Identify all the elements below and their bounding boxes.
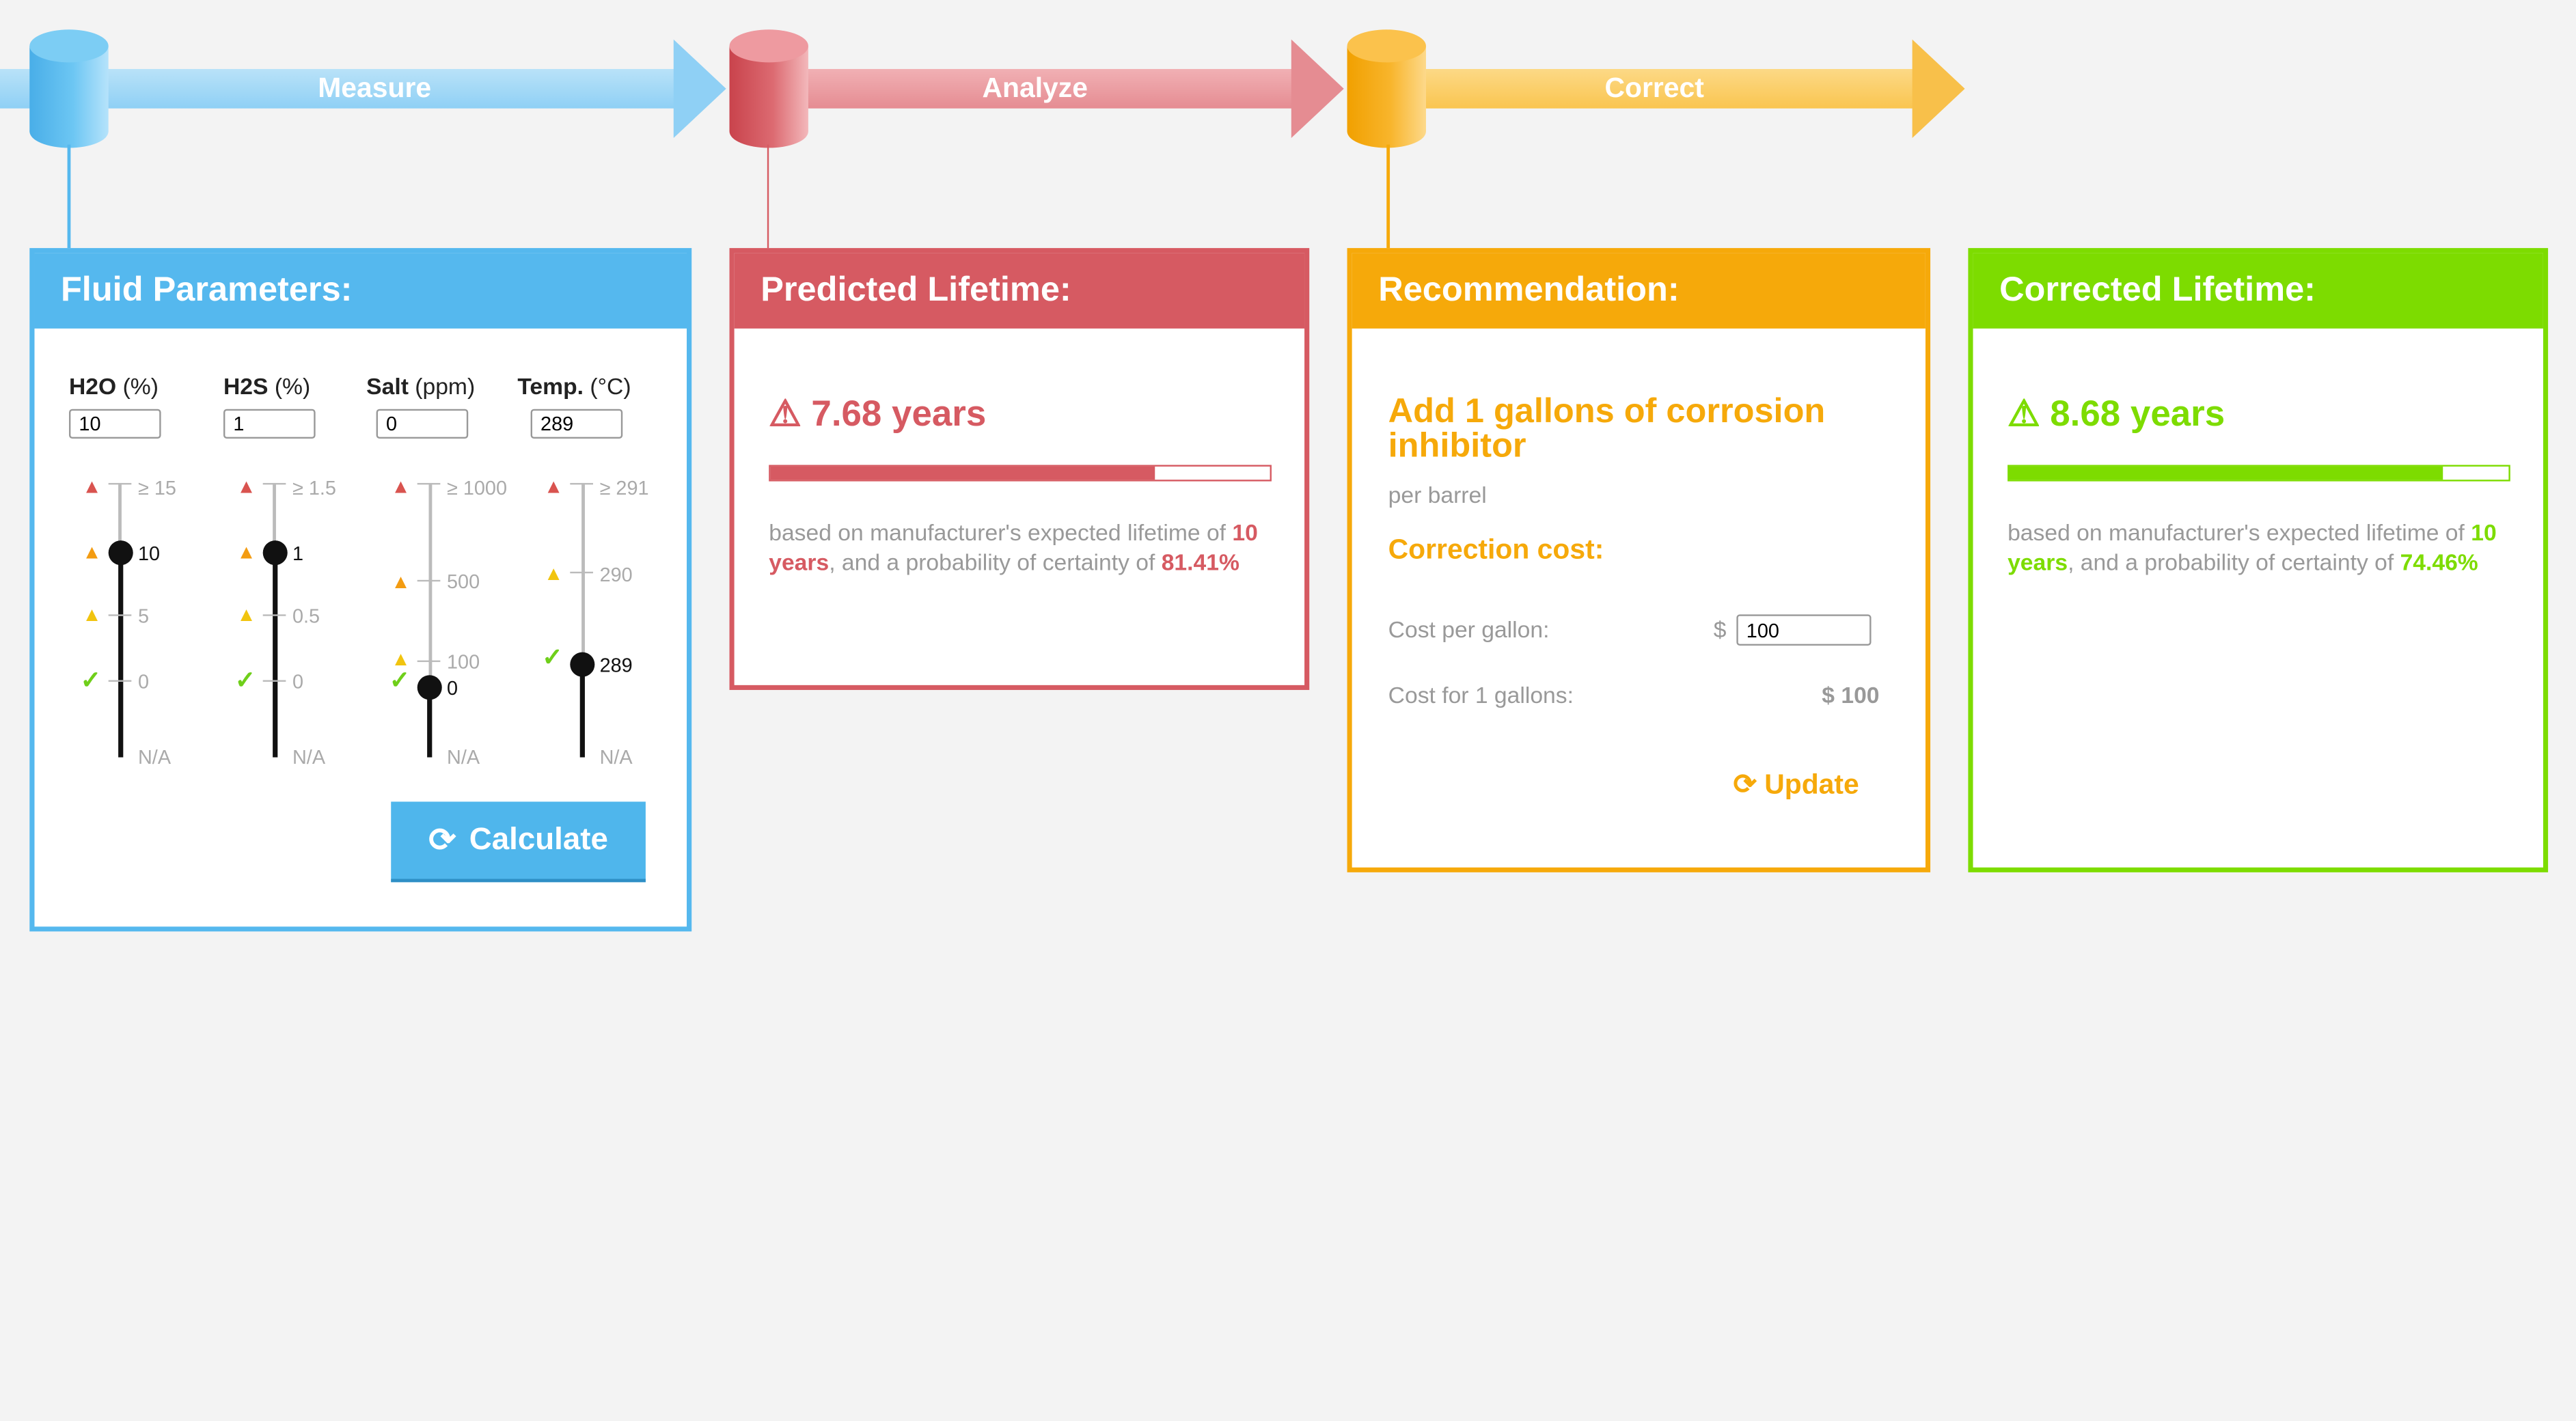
recommendation-subtext: per barrel [1388,481,1487,508]
tick-label: ≥ 1.5 [292,476,336,500]
predicted-progress-bar [769,465,1272,482]
certainty-value: 74.46% [2400,549,2478,575]
tick-label: 290 [599,563,633,587]
slider-value: 289 [599,654,633,677]
slider-value: 1 [292,542,304,566]
warning-icon: ⚠ [769,392,801,434]
na-label: N/A [137,745,172,769]
tick-label: 500 [446,570,480,594]
tick-label: 5 [137,604,150,628]
tick-label: 0.5 [292,604,320,628]
app-canvas: Measure Analyze Correct Fluid Parameters… [0,0,2576,1421]
warning-orange-icon: ▲ [236,540,256,564]
param-label-h2s: H2S (%) [223,372,311,400]
h2s-input[interactable] [223,409,316,439]
param-label-salt: Salt (ppm) [366,372,476,400]
warning-red-icon: ▲ [236,474,256,498]
calculate-label: Calculate [469,822,608,857]
cost-per-gallon-input[interactable] [1736,614,1872,646]
slider-value: 10 [137,542,161,566]
warning-yellow-icon: ▲ [543,562,564,585]
param-label-temp: Temp. (°C) [517,372,631,400]
pipeline-step-correct[interactable]: Correct [1472,69,1837,109]
certainty-value: 81.41% [1161,549,1239,575]
tick-label: 100 [446,650,480,674]
slider-thumb[interactable] [108,540,133,566]
corrected-value: ⚠ 8.68 years [2008,392,2225,434]
corrected-note: based on manufacturer's expected lifetim… [2008,519,2497,575]
slider-thumb[interactable] [262,540,288,566]
pipeline-arrowhead-analyze [1291,39,1344,138]
correction-cost-heading: Correction cost: [1388,534,1604,566]
pipeline-step-analyze[interactable]: Analyze [854,69,1216,109]
tick-label: 0 [137,670,150,693]
warning-yellow-icon: ▲ [82,603,102,626]
pipeline-arrowhead-correct [1912,39,1965,138]
panel-title: Fluid Parameters: [34,253,687,329]
currency-symbol: $ [1713,616,1727,643]
slider-thumb[interactable] [417,675,442,700]
predicted-note: based on manufacturer's expected lifetim… [769,519,1258,575]
connector-line [1386,144,1390,250]
slider-thumb[interactable] [570,652,595,677]
tick-label: ≥ 1000 [446,476,508,500]
connector-line [767,144,769,250]
tick-label: ≥ 291 [599,476,649,500]
connector-line [67,144,71,250]
warning-red-icon: ▲ [82,474,102,498]
panel-title: Corrected Lifetime: [1973,253,2543,329]
tick-label: ≥ 15 [137,476,176,500]
pipeline-step-measure[interactable]: Measure [197,69,552,109]
warning-red-icon: ▲ [543,474,564,498]
warning-icon: ⚠ [2008,392,2040,434]
cylinder-icon [1347,29,1426,148]
checkmark-icon: ✓ [542,644,563,672]
checkmark-icon: ✓ [389,667,411,695]
checkmark-icon: ✓ [80,667,102,695]
tick-label: 0 [292,670,304,693]
refresh-icon: ⟳ [1733,769,1757,801]
warning-orange-icon: ▲ [391,570,411,594]
warning-red-icon: ▲ [391,474,411,498]
cost-per-gallon-label: Cost per gallon: [1388,616,1550,643]
cylinder-icon [729,29,808,148]
panel-title: Recommendation: [1352,253,1926,329]
na-label: N/A [446,745,480,769]
calculate-button[interactable]: ⟳ Calculate [391,801,646,883]
corrected-progress-bar [2008,465,2510,482]
na-label: N/A [599,745,633,769]
na-label: N/A [292,745,326,769]
cost-for-value: $ 100 [1822,681,1880,708]
warning-yellow-icon: ▲ [236,603,256,626]
temp-input[interactable] [530,409,623,439]
pipeline-arrowhead-measure [673,39,726,138]
slider-value: 0 [446,676,458,700]
panel-title: Predicted Lifetime: [734,253,1305,329]
cylinder-icon [29,29,109,148]
h2o-input[interactable] [68,409,161,439]
predicted-value: ⚠ 7.68 years [769,392,987,434]
update-button[interactable]: ⟳ Update [1734,769,1859,801]
salt-input[interactable] [376,409,469,439]
warning-orange-icon: ▲ [82,540,102,564]
param-label-h2o: H2O (%) [68,372,159,400]
cost-for-label: Cost for 1 gallons: [1388,681,1574,708]
refresh-icon: ⟳ [428,823,456,859]
recommendation-headline: Add 1 gallons of corrosion inhibitor [1388,392,1826,465]
checkmark-icon: ✓ [234,667,256,695]
